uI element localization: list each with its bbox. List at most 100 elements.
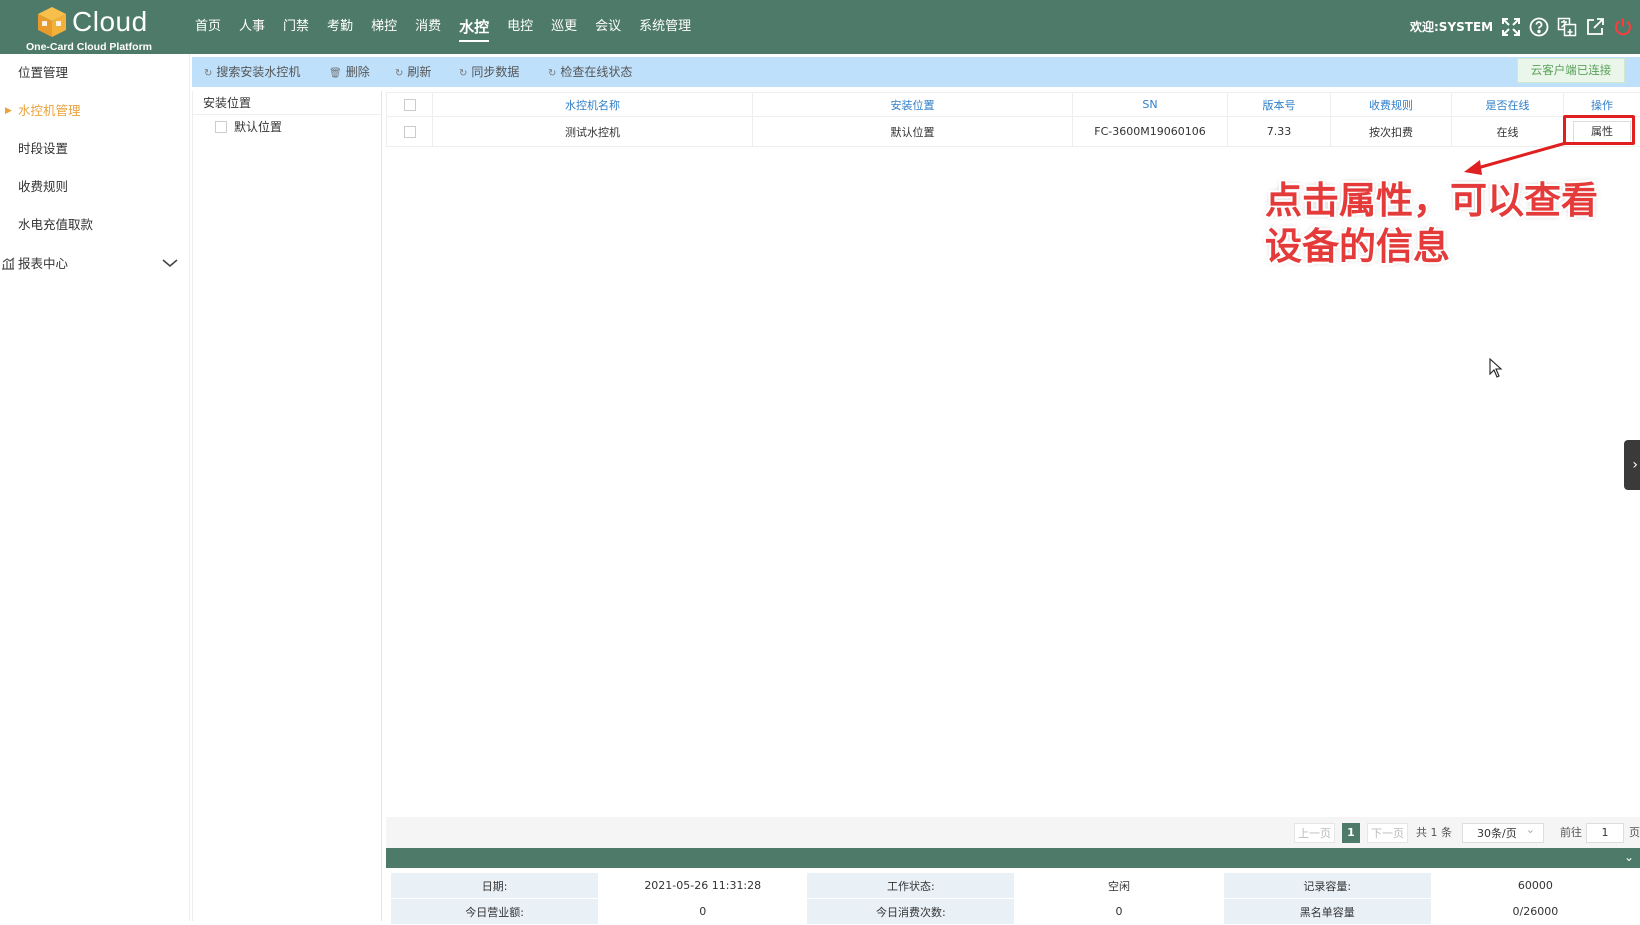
brand-name: Cloud: [72, 6, 148, 38]
detail-label-work-status: 工作状态:: [807, 873, 1015, 899]
tree-node-label: 默认位置: [234, 120, 282, 134]
sidebar-item-water-controller[interactable]: 水控机管理: [0, 92, 189, 130]
properties-button[interactable]: 属性: [1573, 121, 1631, 143]
sidebar-item-recharge[interactable]: 水电充值取款: [0, 206, 189, 244]
device-table-area: 水控机名称 安装位置 SN 版本号 收费规则 是否在线 操作 测试水控机 默认位…: [386, 92, 1640, 147]
next-page-button[interactable]: 下一页: [1367, 823, 1408, 843]
page-1-button[interactable]: 1: [1342, 823, 1360, 843]
fullscreen-icon[interactable]: [1500, 16, 1522, 38]
mouse-cursor-icon: [1489, 358, 1503, 378]
location-tree: 安装位置 默认位置: [192, 91, 382, 921]
detail-panel-header: ⌄: [386, 848, 1640, 868]
table-header-row: 水控机名称 安装位置 SN 版本号 收费规则 是否在线 操作: [387, 93, 1640, 117]
nav-home[interactable]: 首页: [186, 0, 230, 54]
nav-consumption[interactable]: 消费: [406, 0, 450, 54]
detail-table: 日期: 2021-05-26 11:31:28 工作状态: 空闲 记录容量: 6…: [390, 872, 1640, 925]
sidebar-item-fee-rules[interactable]: 收费规则: [0, 168, 189, 206]
col-header-location[interactable]: 安装位置: [753, 93, 1073, 117]
delete-button[interactable]: 🗑 删除: [329, 57, 370, 89]
toolbar: ↻ 搜索安装水控机 🗑 删除 ↻ 刷新 ↻ 同步数据 ↻ 检查在线状态: [192, 57, 1640, 87]
brand-subtitle: One-Card Cloud Platform: [26, 41, 152, 53]
annotation-line-2: 设备的信息: [1265, 224, 1625, 270]
col-header-name[interactable]: 水控机名称: [433, 93, 753, 117]
check-online-button[interactable]: ↻ 检查在线状态: [548, 57, 632, 89]
cell-version: 7.33: [1228, 117, 1331, 147]
side-drawer-handle[interactable]: ›: [1624, 440, 1640, 490]
sync-icon: ↻: [459, 68, 467, 79]
power-icon[interactable]: [1612, 16, 1634, 38]
delete-label: 删除: [346, 65, 370, 79]
top-bar: Cloud One-Card Cloud Platform 首页 人事 门禁 考…: [0, 0, 1640, 54]
top-icon-group: [1500, 16, 1634, 38]
col-header-online[interactable]: 是否在线: [1452, 93, 1564, 117]
prev-page-button[interactable]: 上一页: [1294, 823, 1335, 843]
annotation-text: 点击属性，可以查看 设备的信息: [1265, 178, 1625, 270]
refresh-small-icon: ↻: [204, 68, 212, 79]
refresh-label: 刷新: [407, 65, 431, 79]
detail-value-work-status: 空闲: [1015, 873, 1223, 899]
select-all-cell: [387, 93, 433, 117]
language-icon[interactable]: [1556, 16, 1578, 38]
nav-meeting[interactable]: 会议: [586, 0, 630, 54]
sidebar-item-location[interactable]: 位置管理: [0, 54, 189, 92]
table-row[interactable]: 测试水控机 默认位置 FC-3600M19060106 7.33 按次扣费 在线…: [387, 117, 1640, 147]
cell-location: 默认位置: [753, 117, 1073, 147]
annotation-arrow-icon: [1460, 140, 1570, 180]
pagination: 上一页 1 下一页 共 1 条 30条/页 前往 页: [386, 817, 1640, 849]
check-icon: ↻: [548, 68, 556, 79]
cell-fee-rule: 按次扣费: [1331, 117, 1452, 147]
col-header-action: 操作: [1564, 93, 1640, 117]
cell-action: 属性: [1564, 117, 1640, 147]
tree-node-checkbox[interactable]: [215, 121, 227, 133]
nav-electric-control[interactable]: 电控: [498, 0, 542, 54]
total-count: 共 1 条: [1416, 823, 1452, 843]
welcome-user: 欢迎:SYSTEM: [1410, 0, 1493, 54]
search-install-button[interactable]: ↻ 搜索安装水控机: [204, 57, 300, 89]
nav-personnel[interactable]: 人事: [230, 0, 274, 54]
page-size-select[interactable]: 30条/页: [1462, 823, 1544, 843]
sidebar: 位置管理 水控机管理 时段设置 收费规则 水电充值取款 报表中心: [0, 54, 190, 921]
detail-value-date: 2021-05-26 11:31:28: [599, 873, 807, 899]
select-all-checkbox[interactable]: [404, 99, 416, 111]
cube-logo-icon: [36, 5, 68, 39]
nav-attendance[interactable]: 考勤: [318, 0, 362, 54]
col-header-fee-rule[interactable]: 收费规则: [1331, 93, 1452, 117]
annotation-line-1: 点击属性，可以查看: [1265, 178, 1625, 224]
nav-access-control[interactable]: 门禁: [274, 0, 318, 54]
page-suffix: 页: [1629, 823, 1640, 843]
external-link-icon[interactable]: [1584, 16, 1606, 38]
main-nav: 首页 人事 门禁 考勤 梯控 消费 水控 电控 巡更 会议 系统管理: [186, 0, 700, 54]
detail-label-record-capacity: 记录容量:: [1223, 873, 1431, 899]
brand-logo[interactable]: Cloud One-Card Cloud Platform: [32, 2, 172, 52]
sidebar-item-time-period[interactable]: 时段设置: [0, 130, 189, 168]
cell-sn: FC-3600M19060106: [1073, 117, 1228, 147]
row-checkbox[interactable]: [404, 126, 416, 138]
sidebar-group-reports[interactable]: 报表中心: [0, 244, 189, 284]
search-install-label: 搜索安装水控机: [216, 65, 300, 79]
check-label: 检查在线状态: [560, 65, 632, 79]
col-header-version[interactable]: 版本号: [1228, 93, 1331, 117]
goto-page-input[interactable]: [1586, 823, 1624, 843]
sync-data-button[interactable]: ↻ 同步数据: [459, 57, 519, 89]
col-header-sn[interactable]: SN: [1073, 93, 1228, 117]
nav-water-control[interactable]: 水控: [450, 0, 498, 54]
tree-header: 安装位置: [193, 91, 381, 115]
cell-name: 测试水控机: [433, 117, 753, 147]
refresh-button[interactable]: ↻ 刷新: [395, 57, 431, 89]
chevron-down-icon[interactable]: ⌄: [1624, 850, 1634, 864]
nav-patrol[interactable]: 巡更: [542, 0, 586, 54]
cloud-client-status-badge: 云客户端已连接: [1517, 58, 1625, 83]
help-icon[interactable]: [1528, 16, 1550, 38]
tree-node-default-location[interactable]: 默认位置: [193, 115, 381, 139]
nav-elevator[interactable]: 梯控: [362, 0, 406, 54]
device-table: 水控机名称 安装位置 SN 版本号 收费规则 是否在线 操作 测试水控机 默认位…: [386, 92, 1640, 147]
nav-system[interactable]: 系统管理: [630, 0, 700, 54]
row-select-cell: [387, 117, 433, 147]
sidebar-group-label: 报表中心: [18, 256, 68, 271]
trash-icon: 🗑: [329, 68, 342, 79]
detail-value-record-capacity: 60000: [1431, 873, 1639, 899]
bar-chart-icon: [1, 256, 15, 270]
refresh-icon: ↻: [395, 68, 403, 79]
chevron-down-icon[interactable]: [162, 257, 178, 269]
sync-label: 同步数据: [471, 65, 519, 79]
